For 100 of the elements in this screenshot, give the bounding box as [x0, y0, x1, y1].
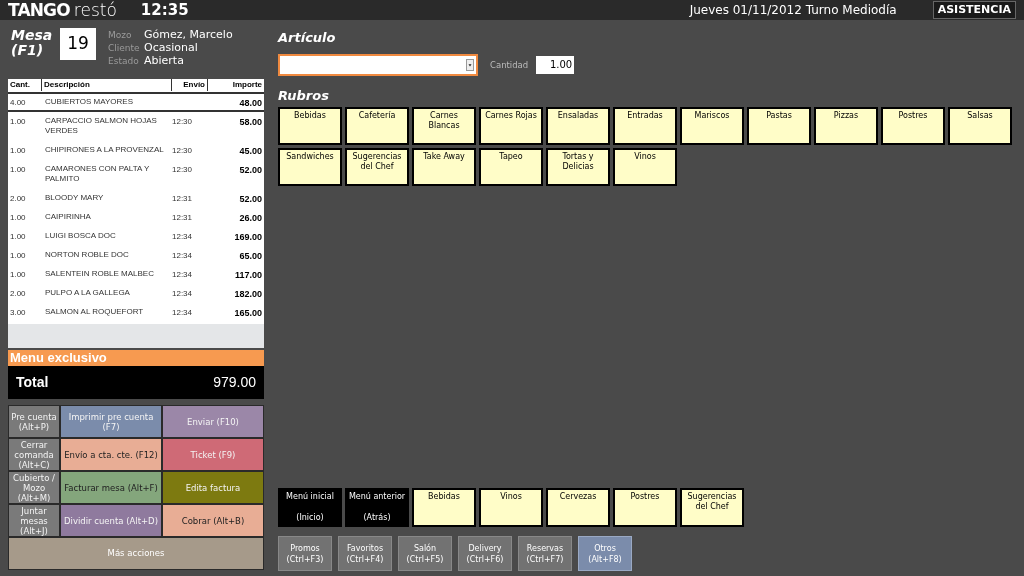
table-cell-text: 12:34	[172, 268, 194, 281]
category-button[interactable]: Pizzas	[814, 107, 878, 145]
category-button[interactable]: Cafetería	[345, 107, 409, 145]
quick-menu-button[interactable]: Vinos	[479, 488, 543, 527]
category-button[interactable]: Tapeo	[479, 148, 543, 186]
action-button[interactable]: Envío a cta. cte. (F12)	[61, 439, 161, 470]
clock: 12:35	[140, 0, 189, 21]
table-cell-text: 12:30	[172, 144, 194, 157]
column-header: Importe	[231, 79, 263, 92]
table-cell-text: 12:34	[172, 249, 194, 262]
table-cell-text: SALENTEIN ROBLE MALBEC	[44, 268, 155, 279]
category-button[interactable]: Salsas	[948, 107, 1012, 145]
category-button[interactable]: Take Away	[412, 148, 476, 186]
table-cell-text: CHIPIRONES A LA PROVENZAL	[44, 144, 165, 155]
article-dropdown[interactable]	[278, 54, 478, 76]
column-header: Cant.	[8, 79, 42, 92]
table-cell-text: 12:34	[172, 230, 194, 243]
table-cell-text: 1.00	[9, 115, 27, 128]
category-button[interactable]: Carnes Rojas	[479, 107, 543, 145]
quantity-label: Cantidad	[490, 58, 529, 72]
assist-button[interactable]: ASISTENCIA	[932, 1, 1016, 19]
category-button[interactable]: Bebidas	[278, 107, 342, 145]
quick-menu-button[interactable]: Sugerencias del Chef	[680, 488, 744, 527]
table-cell-text: 65.00	[238, 249, 263, 263]
quick-menu-button[interactable]: Bebidas	[412, 488, 476, 527]
action-button[interactable]: Pre cuenta (Alt+P)	[9, 406, 59, 437]
column-header: Descripción	[42, 79, 172, 92]
table-cell-text: LUIGI BOSCA DOC	[44, 230, 117, 241]
table-cell-text: 182.00	[233, 287, 263, 301]
action-button[interactable]: Facturar mesa (Alt+F)	[61, 472, 161, 503]
field-value: Gómez, Marcelo	[144, 28, 233, 41]
categories-title: Rubros	[278, 87, 330, 104]
category-button[interactable]: Mariscos	[680, 107, 744, 145]
category-button[interactable]: Ensaladas	[546, 107, 610, 145]
table-cell-text: 169.00	[233, 230, 263, 244]
table-cell-text: 12:34	[172, 306, 194, 319]
field-label: Estado	[108, 55, 140, 68]
category-button[interactable]: Postres	[881, 107, 945, 145]
table-cell-text: 48.00	[238, 96, 263, 110]
table-cell-text: CARPACCIO SALMON HOJAS VERDES	[44, 115, 158, 136]
table-cell-text: 1.00	[9, 211, 27, 224]
table-cell-text: 12:31	[172, 211, 194, 224]
quick-menu-button[interactable]: Postres	[613, 488, 677, 527]
table-cell-text: 4.00	[9, 96, 27, 109]
table-cell-text: 12:31	[172, 192, 194, 205]
action-button[interactable]: Dividir cuenta (Alt+D)	[61, 505, 161, 536]
menu-nav-button[interactable]: Menú anterior (Atrás)	[345, 488, 409, 527]
field-value: Abierta	[144, 54, 184, 67]
section-tab[interactable]: Favoritos (Ctrl+F4)	[338, 536, 392, 571]
table-cell-text: 12:30	[172, 115, 194, 128]
table-cell-text: 1.00	[9, 163, 27, 176]
logo-wordmark: TANGO	[8, 1, 70, 19]
action-button[interactable]: Cerrar comanda (Alt+C)	[9, 439, 59, 470]
section-tab[interactable]: Delivery (Ctrl+F6)	[458, 536, 512, 571]
date-shift: Jueves 01/11/2012 Turno Mediodía	[689, 2, 897, 19]
table-cell-text: 52.00	[238, 163, 263, 177]
article-title: Artículo	[278, 29, 337, 46]
category-button[interactable]: Sugerencias del Chef	[345, 148, 409, 186]
table-cell-text: 1.00	[9, 249, 27, 262]
action-button[interactable]: Cobrar (Alt+B)	[163, 505, 263, 536]
table-number: 19	[60, 28, 96, 60]
section-tab[interactable]: Promos (Ctrl+F3)	[278, 536, 332, 571]
menu-nav-button[interactable]: Menú inicial (Inicio)	[278, 488, 342, 527]
category-button[interactable]: Vinos	[613, 148, 677, 186]
table-cell-text: BLOODY MARY	[44, 192, 105, 203]
quantity-field[interactable]: 1.00	[536, 56, 575, 74]
table-cell-text: 165.00	[233, 306, 263, 320]
table-cell-text: 1.00	[9, 144, 27, 157]
logo-subtitle: restó	[73, 1, 117, 19]
category-button[interactable]: Pastas	[747, 107, 811, 145]
column-header: Envío	[172, 79, 208, 92]
category-button[interactable]: Carnes Blancas	[412, 107, 476, 145]
table-cell-text: 26.00	[238, 211, 263, 225]
action-button[interactable]: Edita factura	[163, 472, 263, 503]
total-label: Total	[16, 373, 49, 393]
table-cell-text: 52.00	[238, 192, 263, 206]
table-cell-text: CAMARONES CON PALTA Y PALMITO	[44, 163, 151, 184]
menu-banner: Menu exclusivo	[8, 350, 264, 367]
table-cell-text: 3.00	[9, 306, 27, 319]
section-tab[interactable]: Reservas (Ctrl+F7)	[518, 536, 572, 571]
caret-icon	[466, 59, 474, 71]
table-cell-text: 1.00	[9, 268, 27, 281]
table-cell-text: CUBIERTOS MAYORES	[44, 96, 135, 107]
table-cell-text: SALMON AL ROQUEFORT	[44, 306, 145, 317]
field-value: Ocasional	[144, 41, 198, 54]
table-cell-text: CAIPIRINHA	[44, 211, 92, 222]
table-cell-text: 12:34	[172, 287, 194, 300]
action-button[interactable]: Cubierto / Mozo (Alt+M)	[9, 472, 59, 503]
table-cell-text: 117.00	[233, 268, 263, 282]
table-cell-text: 2.00	[9, 287, 27, 300]
quick-menu-button[interactable]: Cervezas	[546, 488, 610, 527]
category-button[interactable]: Sandwiches	[278, 148, 342, 186]
action-button[interactable]: Juntar mesas (Alt+J)	[9, 505, 59, 536]
section-tab[interactable]: Salón (Ctrl+F5)	[398, 536, 452, 571]
table-cell-text: 1.00	[9, 230, 27, 243]
table-cell-text: PULPO A LA GALLEGA	[44, 287, 131, 298]
table-cell-text: 58.00	[238, 115, 263, 129]
category-button[interactable]: Tortas y Delicias	[546, 148, 610, 186]
field-label: Cliente	[108, 42, 141, 55]
category-button[interactable]: Entradas	[613, 107, 677, 145]
